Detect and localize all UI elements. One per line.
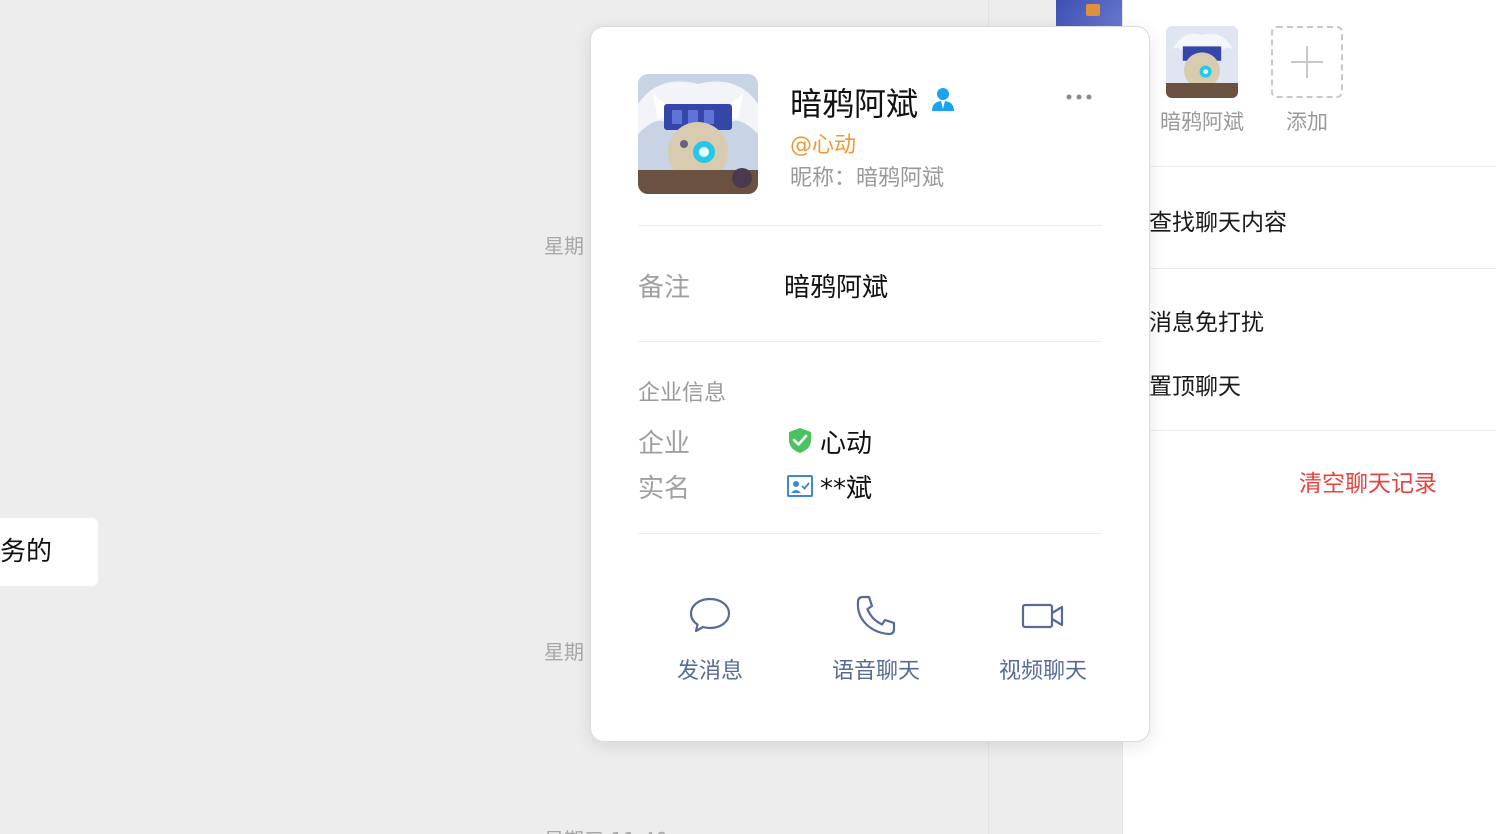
send-message-label: 发消息 bbox=[676, 659, 743, 684]
add-member-label: 添加 bbox=[1286, 110, 1328, 134]
video-camera-icon bbox=[1021, 603, 1064, 629]
person-icon bbox=[932, 88, 954, 111]
voice-call-label: 语音聊天 bbox=[831, 659, 920, 684]
profile-card: 暗鸦阿斌 @心动 昵称：暗鸦阿斌 备注 暗鸦阿斌 企业信息 企业 心动 实名 *… bbox=[590, 26, 1150, 742]
realname-label: 实名 bbox=[638, 474, 691, 504]
message-text: 服务的 bbox=[0, 537, 53, 567]
search-chat-content-item[interactable]: 查找聊天内容 bbox=[1149, 203, 1287, 237]
company-value: 心动 bbox=[820, 429, 873, 459]
member-avatar[interactable] bbox=[1166, 26, 1238, 98]
company-label: 企业 bbox=[638, 429, 691, 459]
video-call-button[interactable]: 视频聊天 bbox=[973, 593, 1113, 685]
mute-notifications-item[interactable]: 消息免打扰 bbox=[1149, 303, 1264, 337]
divider bbox=[638, 341, 1102, 342]
phone-icon bbox=[856, 595, 896, 636]
pin-chat-item[interactable]: 置顶聊天 bbox=[1149, 367, 1241, 401]
add-member-button[interactable]: 添加 bbox=[1262, 26, 1352, 136]
divider bbox=[638, 225, 1102, 226]
voice-call-button[interactable]: 语音聊天 bbox=[806, 593, 946, 685]
remark-label: 备注 bbox=[638, 273, 691, 303]
enterprise-section-title: 企业信息 bbox=[638, 381, 727, 406]
divider bbox=[638, 533, 1102, 534]
nickname: 昵称：暗鸦阿斌 bbox=[790, 166, 945, 191]
clear-chat-history-button[interactable]: 清空聊天记录 bbox=[1299, 464, 1437, 498]
message-bubble[interactable]: 服务的 bbox=[0, 518, 98, 586]
more-options-icon[interactable] bbox=[1065, 87, 1093, 107]
profile-name: 暗鸦阿斌 bbox=[790, 85, 919, 123]
message-timestamp: 星期三 11:40 bbox=[544, 824, 668, 834]
image-thumbnail[interactable] bbox=[1056, 0, 1122, 28]
message-timestamp: 星期 bbox=[544, 640, 584, 664]
plus-icon[interactable] bbox=[1271, 26, 1343, 98]
organization-tag: @心动 bbox=[790, 133, 857, 158]
chat-info-panel: 暗鸦阿斌 添加 查找聊天内容 消息免打扰 置顶聊天 清空聊天记录 bbox=[1122, 0, 1496, 834]
send-message-button[interactable]: 发消息 bbox=[640, 593, 780, 685]
id-card-icon bbox=[787, 475, 813, 497]
verified-shield-icon bbox=[789, 428, 811, 453]
remark-value[interactable]: 暗鸦阿斌 bbox=[784, 267, 888, 304]
video-call-label: 视频聊天 bbox=[998, 659, 1087, 684]
divider bbox=[1123, 166, 1496, 167]
member-item[interactable]: 暗鸦阿斌 bbox=[1157, 26, 1247, 136]
divider bbox=[1123, 268, 1496, 269]
divider bbox=[1123, 430, 1496, 431]
profile-avatar[interactable] bbox=[638, 74, 758, 194]
member-name: 暗鸦阿斌 bbox=[1160, 110, 1244, 134]
chat-bubble-icon bbox=[689, 597, 731, 633]
message-timestamp: 星期 bbox=[544, 234, 584, 258]
realname-value: **斌 bbox=[820, 474, 873, 504]
